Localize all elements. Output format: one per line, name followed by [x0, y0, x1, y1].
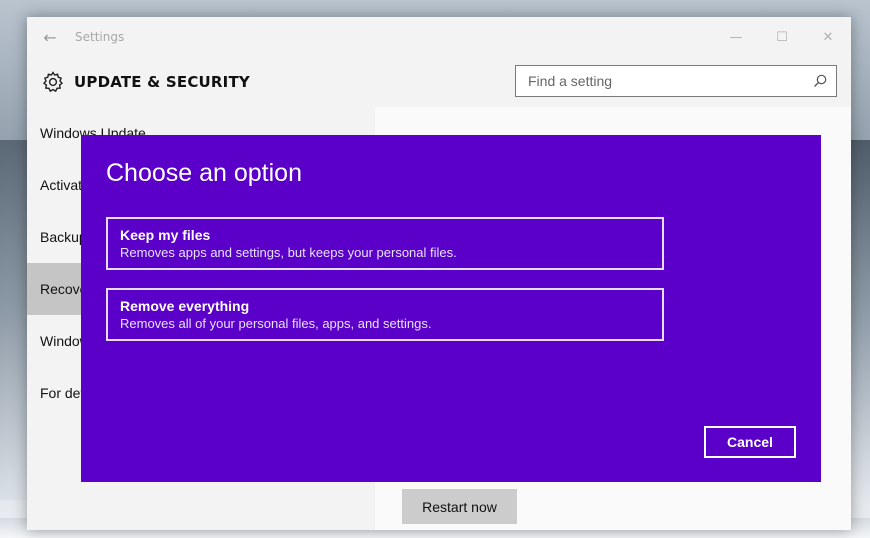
option-title: Remove everything [120, 298, 250, 314]
close-button[interactable]: ✕ [805, 17, 851, 57]
search-input[interactable] [528, 73, 798, 89]
minimize-button[interactable]: — [713, 17, 759, 57]
search-icon[interactable] [812, 73, 828, 93]
sidebar-item-label: Backup [40, 229, 87, 245]
minimize-icon: — [729, 29, 743, 45]
maximize-icon: ☐ [776, 29, 788, 45]
page-header: UPDATE & SECURITY [27, 57, 851, 107]
title-bar: ← Settings — ☐ ✕ [27, 17, 851, 57]
cancel-button[interactable]: Cancel [704, 426, 796, 458]
restart-now-button[interactable]: Restart now [402, 489, 517, 524]
back-button[interactable]: ← [27, 17, 73, 57]
option-description: Removes all of your personal files, apps… [120, 316, 432, 331]
window-title: Settings [75, 30, 125, 44]
keep-my-files-option[interactable]: Keep my files Removes apps and settings,… [106, 217, 664, 270]
maximize-button[interactable]: ☐ [759, 17, 805, 57]
dialog-title: Choose an option [106, 159, 302, 187]
remove-everything-option[interactable]: Remove everything Removes all of your pe… [106, 288, 664, 341]
window-controls: — ☐ ✕ [713, 17, 851, 57]
choose-option-dialog: Choose an option Keep my files Removes a… [81, 135, 821, 482]
option-description: Removes apps and settings, but keeps you… [120, 245, 457, 260]
option-title: Keep my files [120, 227, 211, 243]
gear-icon [40, 69, 66, 95]
back-arrow-icon: ← [43, 27, 57, 47]
page-title: UPDATE & SECURITY [74, 73, 250, 91]
search-box[interactable] [515, 65, 837, 97]
close-icon: ✕ [822, 29, 834, 45]
